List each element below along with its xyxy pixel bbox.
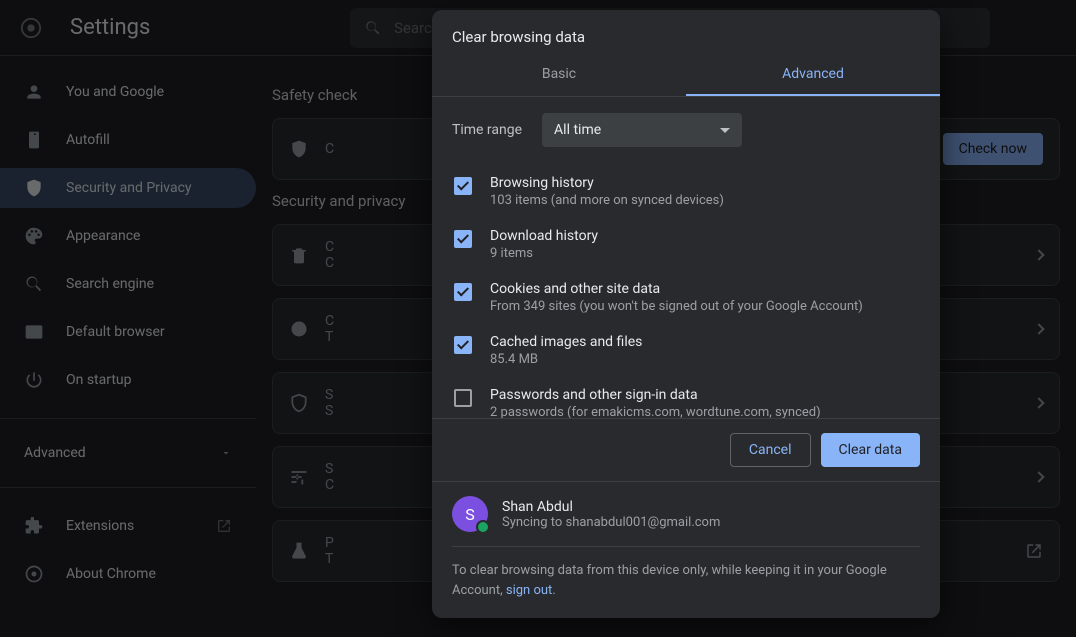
time-range-value: All time <box>554 122 601 138</box>
clear-option-row: Passwords and other sign-in data 2 passwo… <box>452 377 920 418</box>
avatar: S <box>452 496 488 532</box>
option-title: Download history <box>490 228 598 244</box>
dialog-title: Clear browsing data <box>432 10 940 56</box>
sync-badge-icon <box>476 520 490 534</box>
dialog-footer-note: To clear browsing data from this device … <box>452 546 920 600</box>
clear-option-row: Download history 9 items <box>452 218 920 271</box>
checkbox[interactable] <box>454 177 472 195</box>
account-sync-status: Syncing to shanabdul001@gmail.com <box>502 515 720 530</box>
option-subtitle: From 349 sites (you won't be signed out … <box>490 299 863 314</box>
checkbox[interactable] <box>454 283 472 301</box>
sign-out-link[interactable]: sign out <box>506 583 552 598</box>
clear-option-row: Browsing history 103 items (and more on s… <box>452 165 920 218</box>
option-subtitle: 2 passwords (for emakicms.com, wordtune.… <box>490 405 821 418</box>
note-text-after: . <box>552 583 555 598</box>
time-range-label: Time range <box>452 122 522 138</box>
checkbox[interactable] <box>454 230 472 248</box>
avatar-initial: S <box>465 505 475 524</box>
option-subtitle: 103 items (and more on synced devices) <box>490 193 724 208</box>
caret-down-icon <box>720 128 730 133</box>
option-title: Cached images and files <box>490 334 642 350</box>
option-title: Browsing history <box>490 175 724 191</box>
dialog-actions: Cancel Clear data <box>432 418 940 481</box>
clear-option-row: Cookies and other site data From 349 site… <box>452 271 920 324</box>
checkbox[interactable] <box>454 336 472 354</box>
option-title: Passwords and other sign-in data <box>490 387 821 403</box>
dialog-scroll-area[interactable]: Time range All time Browsing history 103 … <box>432 96 940 418</box>
tab-advanced[interactable]: Advanced <box>686 56 940 96</box>
account-name: Shan Abdul <box>502 499 720 515</box>
time-range-select[interactable]: All time <box>542 113 742 147</box>
option-subtitle: 9 items <box>490 246 598 261</box>
option-subtitle: 85.4 MB <box>490 352 642 367</box>
time-range-row: Time range All time <box>452 113 920 147</box>
clear-browsing-data-dialog: Clear browsing data Basic Advanced Time … <box>432 10 940 618</box>
option-title: Cookies and other site data <box>490 281 863 297</box>
clear-option-row: Cached images and files 85.4 MB <box>452 324 920 377</box>
cancel-button[interactable]: Cancel <box>730 433 811 467</box>
dialog-account-section: S Shan Abdul Syncing to shanabdul001@gma… <box>432 481 940 618</box>
clear-data-button[interactable]: Clear data <box>821 433 920 467</box>
dialog-tabs: Basic Advanced <box>432 56 940 96</box>
checkbox[interactable] <box>454 389 472 407</box>
tab-basic[interactable]: Basic <box>432 56 686 96</box>
